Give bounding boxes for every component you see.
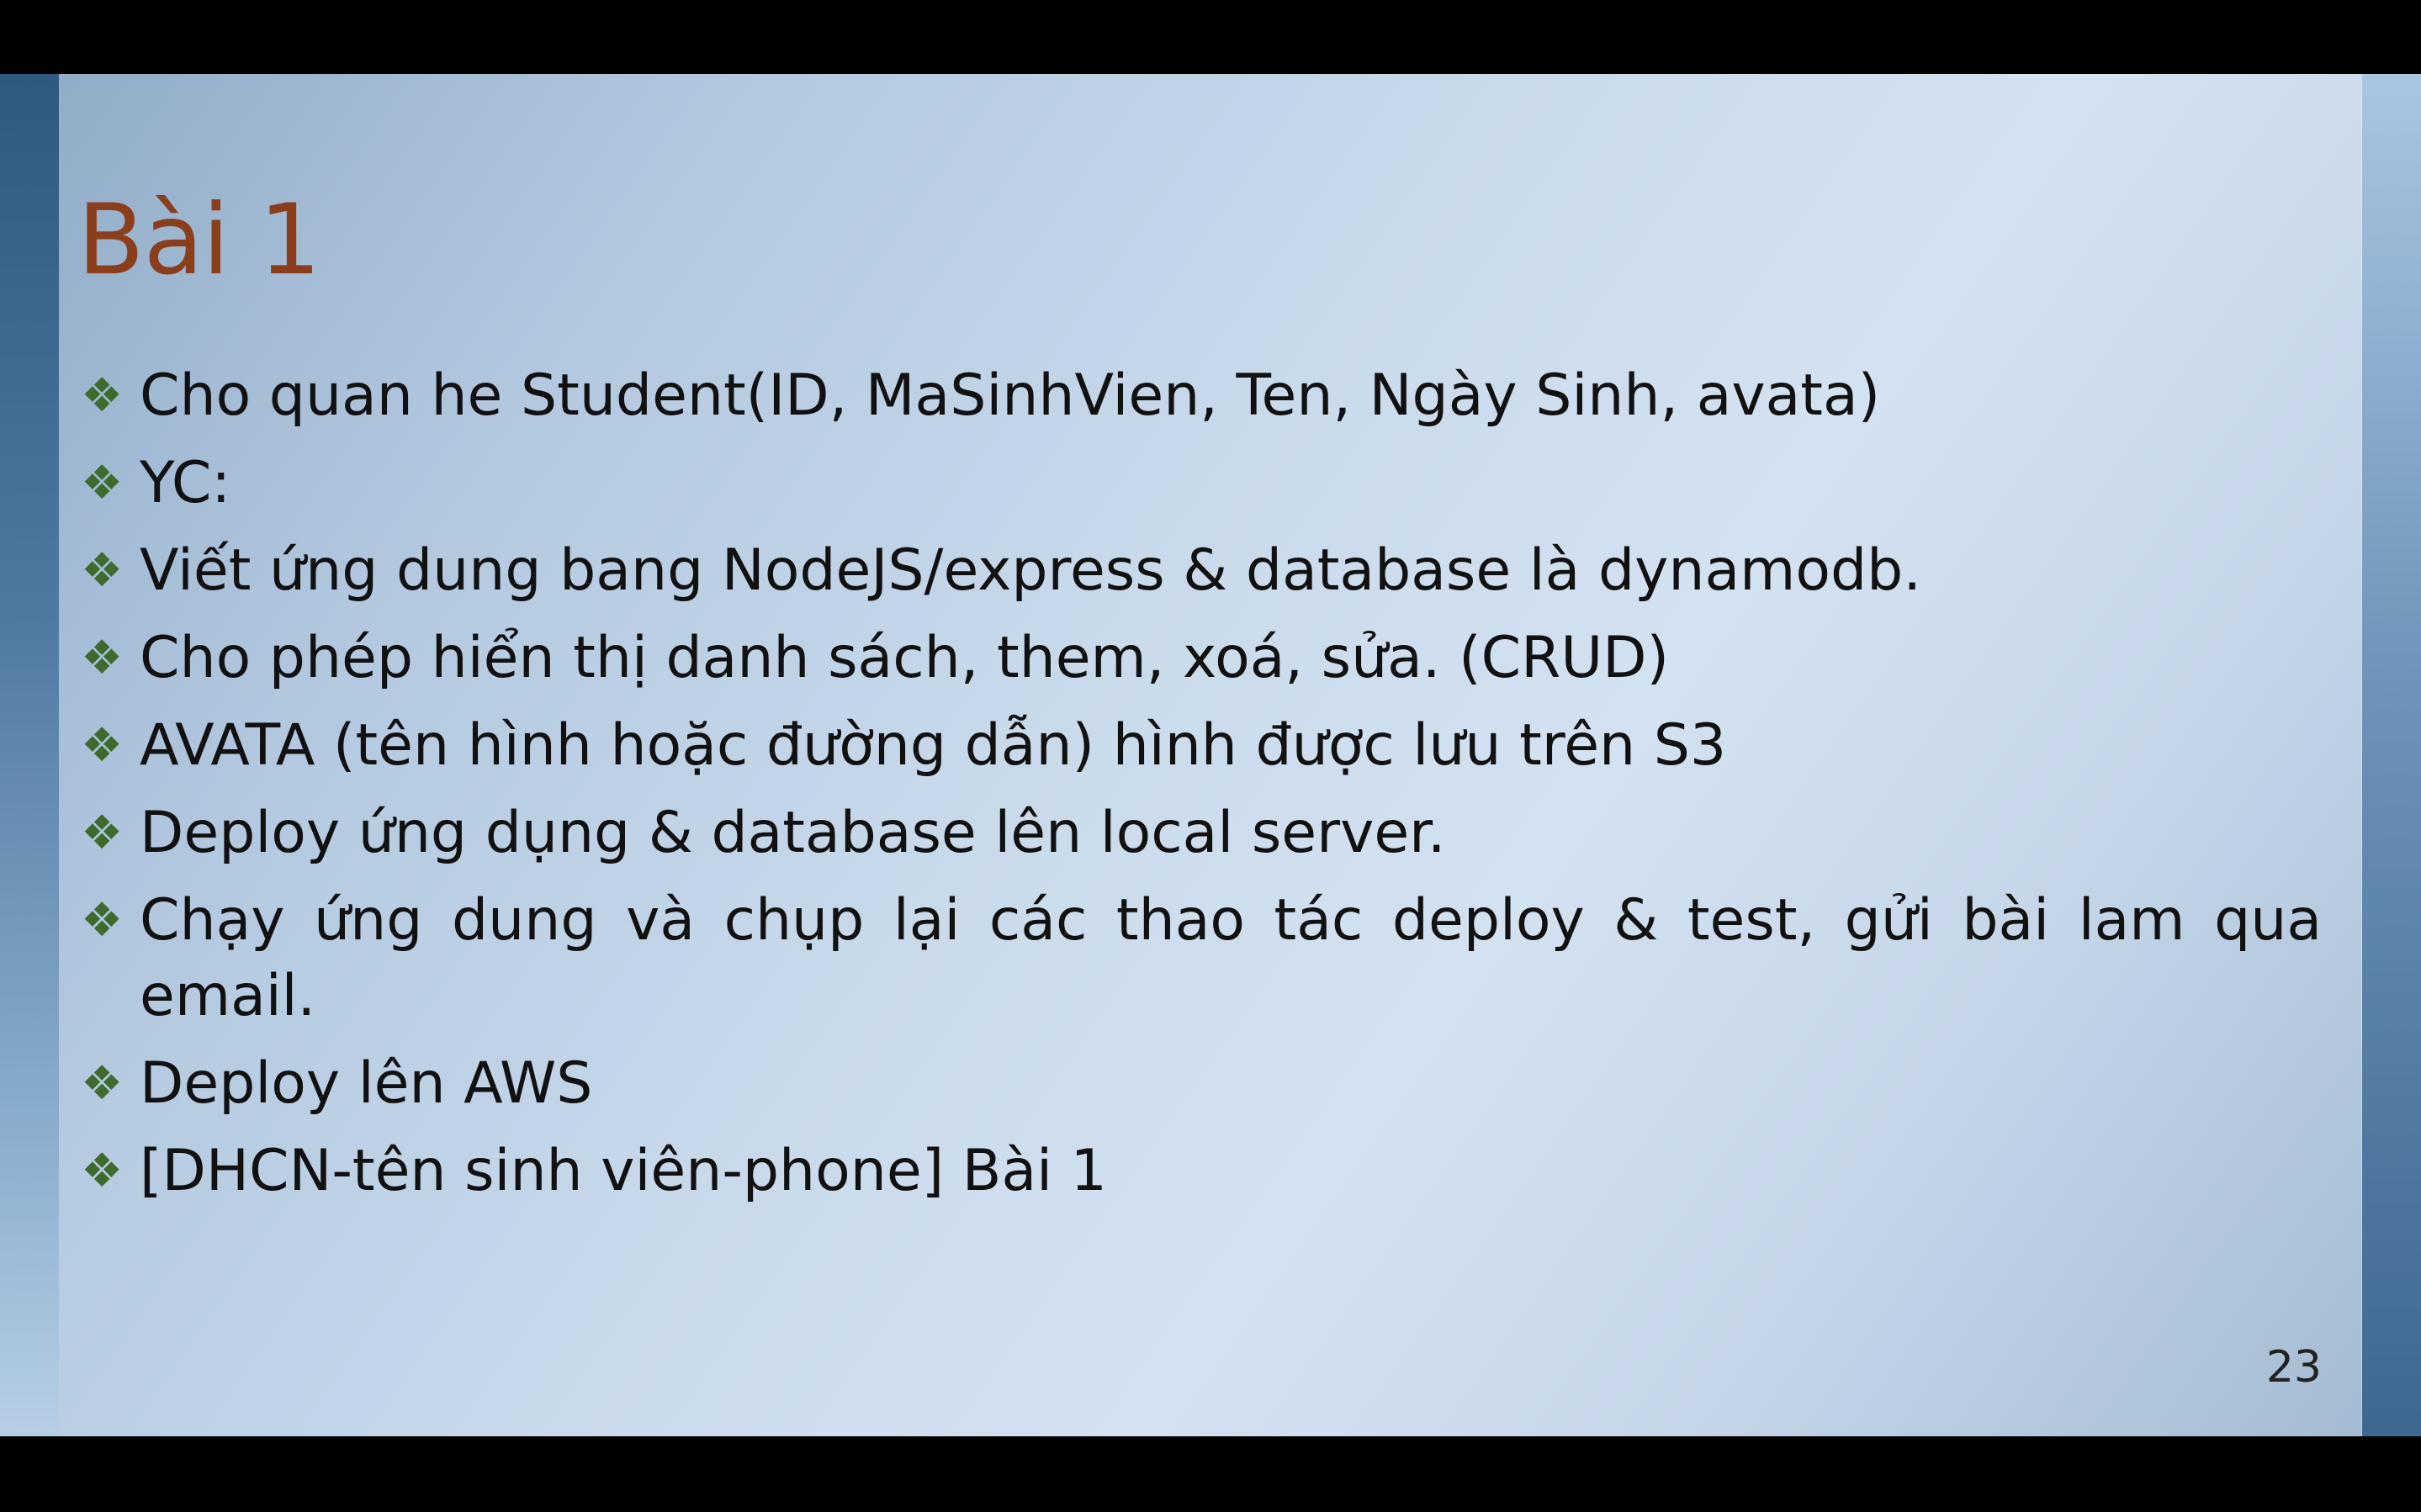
bullet-text: Deploy ứng dụng & database lên local ser… bbox=[140, 800, 1446, 866]
bullet-text: Deploy lên AWS bbox=[140, 1050, 593, 1117]
bullet-item: ❖ Cho quan he Student(ID, MaSinhVien, Te… bbox=[81, 358, 2322, 434]
bullet-item: ❖ Viết ứng dung bang NodeJS/express & da… bbox=[81, 533, 2322, 609]
bullet-diamond-icon: ❖ bbox=[81, 368, 124, 423]
bullet-text: Viết ứng dung bang NodeJS/express & data… bbox=[140, 537, 1921, 604]
bullet-text: AVATA (tên hình hoặc đường dẫn) hình đượ… bbox=[140, 712, 1727, 779]
bullet-text: Cho phép hiển thị danh sách, them, xoá, … bbox=[140, 625, 1670, 691]
bullet-list: ❖ Cho quan he Student(ID, MaSinhVien, Te… bbox=[81, 358, 2322, 1221]
bullet-diamond-icon: ❖ bbox=[81, 456, 124, 510]
letterbox-bottom bbox=[0, 1436, 2421, 1512]
bullet-diamond-icon: ❖ bbox=[81, 893, 124, 948]
presentation-screen: Bài 1 ❖ Cho quan he Student(ID, MaSinhVi… bbox=[0, 0, 2421, 1512]
bullet-diamond-icon: ❖ bbox=[81, 1144, 124, 1198]
bullet-item: ❖ Deploy ứng dụng & database lên local s… bbox=[81, 796, 2322, 871]
bullet-diamond-icon: ❖ bbox=[81, 1056, 124, 1111]
bullet-item: ❖ YC: bbox=[81, 446, 2322, 521]
bullet-diamond-icon: ❖ bbox=[81, 718, 124, 773]
bullet-diamond-icon: ❖ bbox=[81, 631, 124, 685]
bullet-item: ❖ Deploy lên AWS bbox=[81, 1046, 2322, 1122]
slide-left-accent-bar bbox=[0, 74, 59, 1436]
slide-right-accent-panel bbox=[2362, 74, 2421, 1436]
bullet-text: Chạy ứng dung và chụp lại các thao tác d… bbox=[140, 887, 2322, 1029]
slide: Bài 1 ❖ Cho quan he Student(ID, MaSinhVi… bbox=[0, 74, 2421, 1436]
bullet-item: ❖ [DHCN-tên sinh viên-phone] Bài 1 bbox=[81, 1134, 2322, 1209]
bullet-item: ❖ Cho phép hiển thị danh sách, them, xoá… bbox=[81, 621, 2322, 696]
bullet-diamond-icon: ❖ bbox=[81, 543, 124, 598]
slide-page-number: 23 bbox=[2265, 1342, 2322, 1393]
bullet-text: YC: bbox=[140, 450, 231, 516]
bullet-item: ❖ AVATA (tên hình hoặc đường dẫn) hình đ… bbox=[81, 708, 2322, 784]
bullet-text: Cho quan he Student(ID, MaSinhVien, Ten,… bbox=[140, 362, 1881, 429]
bullet-item: ❖ Chạy ứng dung và chụp lại các thao tác… bbox=[81, 883, 2322, 1034]
bullet-text: [DHCN-tên sinh viên-phone] Bài 1 bbox=[140, 1138, 1107, 1204]
slide-title: Bài 1 bbox=[77, 183, 321, 297]
bullet-diamond-icon: ❖ bbox=[81, 806, 124, 860]
